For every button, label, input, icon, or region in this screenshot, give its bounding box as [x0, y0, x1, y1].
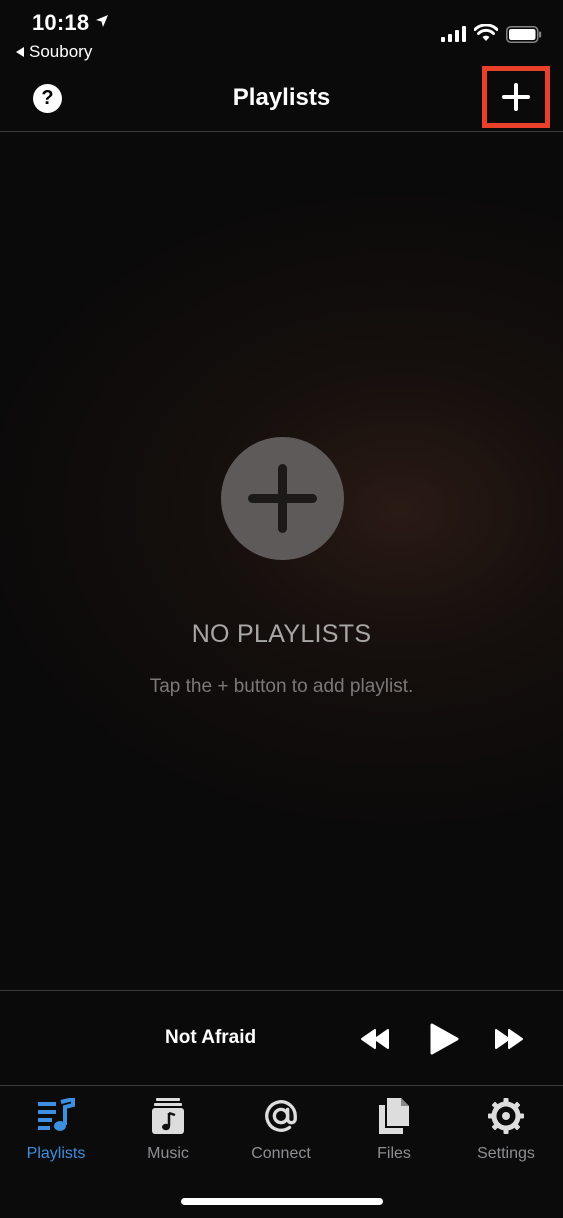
- tab-settings[interactable]: Settings: [456, 1097, 556, 1169]
- home-indicator[interactable]: [181, 1198, 383, 1205]
- tab-files[interactable]: Files: [344, 1097, 444, 1169]
- back-to-app[interactable]: Soubory: [16, 42, 92, 62]
- fast-forward-button[interactable]: [492, 1021, 526, 1057]
- fast-forward-icon: [495, 1029, 523, 1049]
- large-plus-icon: [248, 464, 317, 533]
- tab-label: Settings: [477, 1145, 535, 1162]
- empty-state-subtitle: Tap the + button to add playlist.: [149, 676, 414, 697]
- status-time: 10:18: [32, 10, 90, 35]
- rewind-button[interactable]: [358, 1021, 392, 1057]
- status-bar: 10:18 Soubory: [0, 0, 563, 70]
- now-playing-title[interactable]: Not Afraid: [165, 1027, 256, 1049]
- add-playlist-button[interactable]: [482, 66, 550, 128]
- empty-add-icon[interactable]: [221, 437, 344, 560]
- tab-label: Connect: [251, 1145, 311, 1162]
- gear-icon: [488, 1098, 524, 1134]
- playlist-icon: [38, 1098, 75, 1131]
- navigation-bar: ? Playlists: [0, 66, 563, 132]
- page-title: Playlists: [232, 84, 331, 111]
- cellular-signal-icon: [441, 26, 466, 42]
- empty-state-title: NO PLAYLISTS: [191, 620, 372, 648]
- tab-music[interactable]: Music: [118, 1097, 218, 1169]
- back-triangle-icon: [16, 47, 24, 57]
- wifi-icon: [474, 24, 498, 41]
- mini-player: Not Afraid: [0, 990, 563, 1086]
- tab-label: Files: [377, 1145, 411, 1162]
- location-arrow-icon: [96, 15, 108, 27]
- music-icon: [152, 1098, 184, 1134]
- back-app-label: Soubory: [29, 42, 93, 61]
- screen: 10:18 Soubory ? Playlists NO PLAYLISTS T…: [0, 0, 563, 1218]
- play-button[interactable]: [424, 1021, 464, 1057]
- tab-playlists[interactable]: Playlists: [6, 1097, 106, 1169]
- tab-label: Playlists: [26, 1145, 86, 1162]
- files-icon: [379, 1098, 409, 1134]
- at-icon: [265, 1100, 297, 1132]
- play-icon: [430, 1023, 459, 1055]
- rewind-icon: [361, 1029, 389, 1049]
- battery-icon: [506, 26, 542, 43]
- tab-connect[interactable]: Connect: [231, 1097, 331, 1169]
- tab-label: Music: [147, 1145, 189, 1162]
- plus-icon: [502, 83, 530, 111]
